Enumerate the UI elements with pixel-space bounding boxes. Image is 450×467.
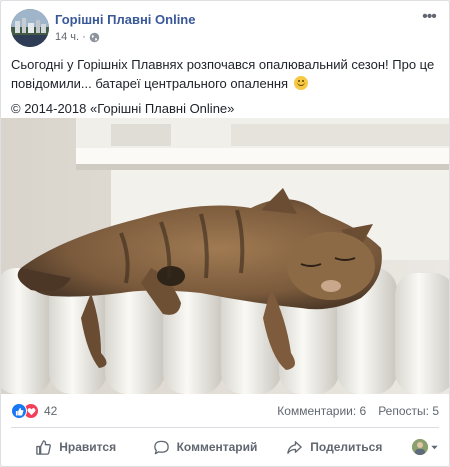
comments-count-link[interactable]: Комментарии: 6: [277, 404, 366, 418]
comment-label: Комментарий: [176, 440, 258, 454]
post-text: Сьогодні у Горішніх Плавнях розпочався о…: [11, 55, 443, 118]
globe-icon[interactable]: [89, 32, 100, 43]
smile-emoji-icon: [293, 76, 308, 90]
share-label: Поделиться: [310, 440, 383, 454]
reaction-count: 42: [44, 404, 58, 418]
like-reaction-icon: [11, 403, 27, 419]
shares-count-link[interactable]: Репосты: 5: [378, 404, 439, 418]
chevron-down-icon: [431, 445, 438, 449]
thumbs-up-icon: [36, 439, 52, 455]
post-copyright: © 2014-2018 «Горішні Плавні Online»: [11, 101, 235, 116]
reactions-summary[interactable]: 42: [11, 403, 57, 419]
post-actions: Нравится Комментарий Поделиться: [11, 431, 439, 463]
share-button[interactable]: Поделиться: [270, 431, 399, 463]
city-avatar-image: [11, 9, 49, 47]
post-meta: 14 ч. ·: [55, 31, 100, 43]
like-button[interactable]: Нравится: [11, 431, 140, 463]
post-header: Горішні Плавні Online 14 ч. · •••: [11, 9, 439, 49]
more-icon[interactable]: •••: [419, 9, 439, 25]
divider: [11, 427, 439, 428]
cat-on-radiator-image: [1, 118, 449, 394]
post-card: Горішні Плавні Online 14 ч. · ••• Сьогод…: [0, 0, 450, 467]
page-name-link[interactable]: Горішні Плавні Online: [55, 12, 195, 27]
post-stats: 42 Комментарии: 6 Репосты: 5: [11, 400, 439, 422]
post-photo[interactable]: [1, 118, 449, 394]
like-label: Нравится: [59, 440, 117, 454]
share-icon: [287, 440, 303, 454]
post-text-main: Сьогодні у Горішніх Плавнях розпочався о…: [11, 57, 435, 91]
post-time[interactable]: 14 ч.: [55, 31, 79, 43]
comment-icon: [153, 440, 169, 454]
comment-button[interactable]: Комментарий: [140, 431, 269, 463]
page-avatar[interactable]: [11, 9, 49, 47]
user-avatar: [411, 439, 428, 455]
reaction-as-selector[interactable]: [399, 439, 439, 455]
